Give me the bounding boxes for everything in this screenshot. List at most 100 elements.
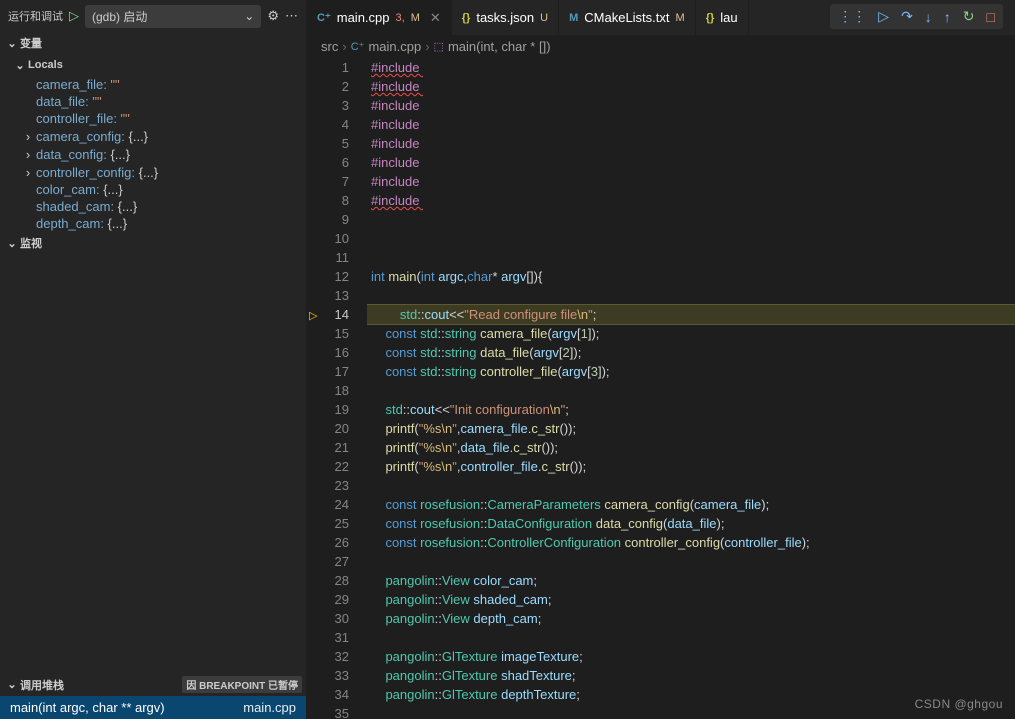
code-line[interactable]: pangolin::GlTexture imageTexture; [367, 647, 1015, 666]
line-number[interactable]: 22 [307, 457, 367, 476]
line-number[interactable]: 9 [307, 210, 367, 229]
line-gutter[interactable]: 12345678910111213▷1415161718192021222324… [307, 58, 367, 719]
line-number[interactable]: 32 [307, 647, 367, 666]
variable-row[interactable]: ›controller_config: {...} [0, 163, 306, 181]
code-line[interactable] [367, 248, 1015, 267]
code-line[interactable]: #include [367, 77, 1015, 96]
code-line[interactable]: printf("%s\n",data_file.c_str()); [367, 438, 1015, 457]
close-icon[interactable]: ✕ [430, 10, 441, 26]
line-number[interactable]: 17 [307, 362, 367, 381]
tab-lau[interactable]: {}lau [696, 0, 749, 35]
code-line[interactable]: #include [367, 172, 1015, 191]
line-number[interactable]: 11 [307, 248, 367, 267]
line-number[interactable]: 10 [307, 229, 367, 248]
restart-icon[interactable]: ↻ [963, 8, 975, 25]
code-line[interactable]: printf("%s\n",camera_file.c_str()); [367, 419, 1015, 438]
variable-row[interactable]: color_cam: {...} [0, 181, 306, 198]
watch-section-header[interactable]: ⌄ 监视 [0, 232, 306, 254]
line-number[interactable]: 12 [307, 267, 367, 286]
code-line[interactable] [367, 476, 1015, 495]
code-line[interactable]: printf("%s\n",controller_file.c_str()); [367, 457, 1015, 476]
stop-icon[interactable]: □ [987, 9, 995, 25]
step-out-icon[interactable]: ↑ [944, 9, 951, 25]
line-number[interactable]: 1 [307, 58, 367, 77]
code-line[interactable]: pangolin::View shaded_cam; [367, 590, 1015, 609]
line-number[interactable]: 27 [307, 552, 367, 571]
code-line[interactable]: std::cout<<"Init configuration\n"; [367, 400, 1015, 419]
line-number[interactable]: 29 [307, 590, 367, 609]
code-line[interactable]: pangolin::View color_cam; [367, 571, 1015, 590]
line-number[interactable]: 15 [307, 324, 367, 343]
line-number[interactable]: 21 [307, 438, 367, 457]
code-line[interactable]: #include [367, 115, 1015, 134]
gear-icon[interactable]: ⚙ [267, 8, 279, 24]
code-line[interactable]: #include [367, 96, 1015, 115]
breadcrumb[interactable]: src › C⁺ main.cpp › ⬚ main(int, char * [… [307, 35, 1015, 58]
code-line[interactable] [367, 628, 1015, 647]
code-line[interactable] [367, 210, 1015, 229]
line-number[interactable]: 35 [307, 704, 367, 719]
tab-tasks-json[interactable]: {}tasks.jsonU [452, 0, 559, 35]
line-number[interactable]: 23 [307, 476, 367, 495]
code-line[interactable]: const rosefusion::CameraParameters camer… [367, 495, 1015, 514]
line-number[interactable]: 16 [307, 343, 367, 362]
line-number[interactable]: 6 [307, 153, 367, 172]
line-number[interactable]: 7 [307, 172, 367, 191]
line-number[interactable]: 20 [307, 419, 367, 438]
code-editor[interactable]: 12345678910111213▷1415161718192021222324… [307, 58, 1015, 719]
line-number[interactable]: 19 [307, 400, 367, 419]
line-number[interactable]: 34 [307, 685, 367, 704]
tab-cmakelists-txt[interactable]: MCMakeLists.txtM [559, 0, 696, 35]
code-line[interactable] [367, 381, 1015, 400]
code-line[interactable]: pangolin::GlTexture shadTexture; [367, 666, 1015, 685]
continue-icon[interactable]: ▷ [878, 8, 889, 25]
code-line[interactable]: #include [367, 58, 1015, 77]
code-line[interactable]: const std::string controller_file(argv[3… [367, 362, 1015, 381]
line-number[interactable]: 30 [307, 609, 367, 628]
tab-main-cpp[interactable]: C⁺main.cpp3,M✕ [307, 0, 452, 35]
line-number[interactable]: 13 [307, 286, 367, 305]
code-line[interactable]: const std::string data_file(argv[2]); [367, 343, 1015, 362]
variable-row[interactable]: shaded_cam: {...} [0, 198, 306, 215]
line-number[interactable]: 25 [307, 514, 367, 533]
variable-row[interactable]: controller_file: "" [0, 110, 306, 127]
variable-row[interactable]: data_file: "" [0, 93, 306, 110]
code-line[interactable] [367, 552, 1015, 571]
code-line[interactable]: int main(int argc,char* argv[]){ [367, 267, 1015, 286]
callstack-section-header[interactable]: ⌄ 调用堆栈 因 BREAKPOINT 已暂停 [0, 673, 306, 696]
line-number[interactable]: 18 [307, 381, 367, 400]
line-number[interactable]: 4 [307, 115, 367, 134]
more-icon[interactable]: ⋯ [285, 8, 298, 24]
variables-section-header[interactable]: ⌄ 变量 [0, 32, 306, 54]
code-line[interactable]: #include [367, 134, 1015, 153]
variable-row[interactable]: ›data_config: {...} [0, 145, 306, 163]
variable-row[interactable]: camera_file: "" [0, 76, 306, 93]
code-line[interactable] [367, 229, 1015, 248]
line-number[interactable]: 24 [307, 495, 367, 514]
code-line[interactable]: const rosefusion::DataConfiguration data… [367, 514, 1015, 533]
code-line[interactable] [367, 286, 1015, 305]
code-line[interactable]: const rosefusion::ControllerConfiguratio… [367, 533, 1015, 552]
locals-header[interactable]: ⌄ Locals [0, 54, 306, 76]
line-number[interactable]: 33 [307, 666, 367, 685]
code-line[interactable]: #include [367, 153, 1015, 172]
line-number[interactable]: ▷14 [307, 305, 367, 324]
variable-row[interactable]: depth_cam: {...} [0, 215, 306, 232]
code-content[interactable]: #include #include #include #include #inc… [367, 58, 1015, 719]
line-number[interactable]: 8 [307, 191, 367, 210]
start-debug-icon[interactable]: ▷ [69, 8, 79, 24]
line-number[interactable]: 28 [307, 571, 367, 590]
line-number[interactable]: 26 [307, 533, 367, 552]
code-line[interactable]: pangolin::View depth_cam; [367, 609, 1015, 628]
step-into-icon[interactable]: ↓ [925, 9, 932, 25]
code-line[interactable]: const std::string camera_file(argv[1]); [367, 324, 1015, 343]
code-line[interactable]: std::cout<<"Read configure file\n"; [367, 305, 1015, 324]
variable-row[interactable]: ›camera_config: {...} [0, 127, 306, 145]
line-number[interactable]: 31 [307, 628, 367, 647]
line-number[interactable]: 2 [307, 77, 367, 96]
code-line[interactable]: #include [367, 191, 1015, 210]
drag-handle-icon[interactable]: ⋮⋮ [838, 8, 866, 25]
callstack-frame[interactable]: main(int argc, char ** argv) main.cpp [0, 696, 306, 719]
line-number[interactable]: 5 [307, 134, 367, 153]
launch-config-select[interactable]: (gdb) 启动 ⌄ [85, 5, 261, 28]
